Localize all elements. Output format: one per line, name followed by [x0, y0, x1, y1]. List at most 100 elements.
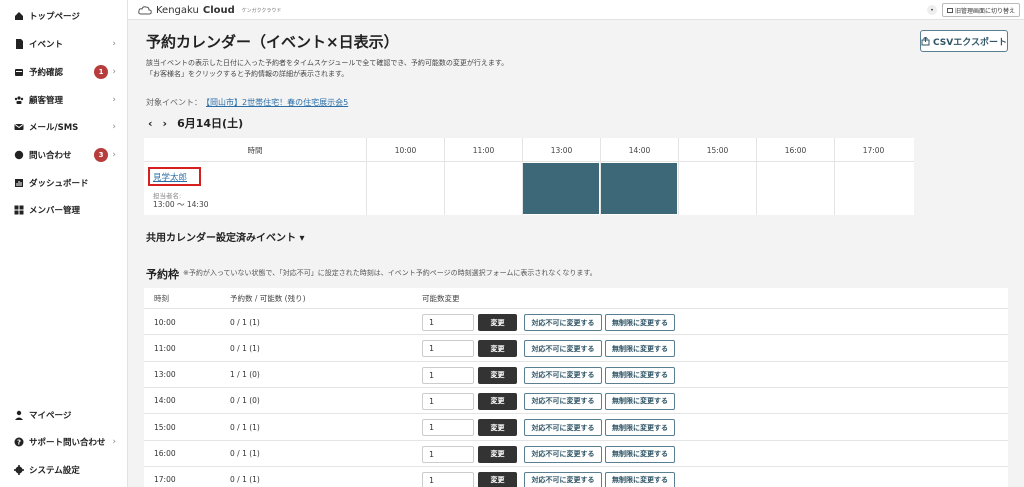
set-unlimited-button[interactable]: 無制限に変更する — [605, 366, 675, 384]
slot-count: 0 / 1 (0) — [230, 396, 260, 406]
page-description-note: 「お客様名」をクリックすると予約情報の詳細が表示されます。 — [146, 70, 349, 78]
set-unavailable-button[interactable]: 対応不可に変更する — [524, 366, 602, 384]
set-unavailable-button[interactable]: 対応不可に変更する — [524, 445, 602, 463]
sidebar-item-1[interactable]: トップページ — [14, 8, 122, 24]
change-button[interactable]: 変更 — [478, 471, 517, 487]
set-unavailable-button[interactable]: 対応不可に変更する — [524, 471, 602, 487]
set-unlimited-button[interactable]: 無制限に変更する — [605, 419, 675, 437]
svg-text:?: ? — [17, 439, 21, 447]
sidebar: トップページ イベント › 予約確認 1 › 顧客管理 › メール/SMS › 問い合わせ 3 › ダッシ… — [0, 0, 128, 487]
current-date: 6月14日(土) — [177, 117, 244, 130]
set-unlimited-button[interactable]: 無制限に変更する — [605, 314, 675, 331]
slot-row: 15:00 0 / 1 (1) 1 変更 対応不可に変更する 無制限に変更する — [144, 413, 1008, 439]
sidebar-item-label: サポート問い合わせ — [29, 438, 106, 448]
sidebar-item-5[interactable]: メール/SMS › — [14, 119, 122, 135]
sidebar-item-label: イベント — [29, 40, 64, 50]
chart-icon — [14, 178, 24, 188]
hour-column-header: 17:00 — [834, 138, 912, 162]
slots-header-change: 可能数変更 — [422, 293, 460, 303]
capacity-input[interactable]: 1 — [422, 419, 474, 437]
mail-icon — [14, 122, 24, 132]
change-button[interactable]: 変更 — [478, 445, 517, 463]
shared-calendar-toggle[interactable]: 共用カレンダー設定済みイベント ▾ — [146, 229, 305, 244]
sidebar-bottom-item-1[interactable]: マイページ — [14, 407, 122, 423]
sidebar-item-2[interactable]: イベント › — [14, 36, 122, 52]
sidebar-item-label: マイページ — [29, 411, 72, 421]
top-bar: Kengaku Cloud ケンガククラウド • 旧管理画面に切り替え — [128, 0, 1024, 20]
slot-row: 16:00 0 / 1 (1) 1 変更 対応不可に変更する 無制限に変更する — [144, 439, 1008, 466]
hour-column-header: 10:00 — [366, 138, 444, 162]
sidebar-item-label: 顧客管理 — [29, 96, 64, 106]
set-unavailable-button[interactable]: 対応不可に変更する — [524, 340, 602, 358]
sidebar-item-label: システム設定 — [29, 466, 80, 476]
booked-time-block[interactable] — [523, 163, 599, 214]
set-unlimited-button[interactable]: 無制限に変更する — [605, 392, 675, 410]
sidebar-bottom-item-3[interactable]: システム設定 — [14, 462, 122, 478]
target-event-link[interactable]: 【岡山市】2世帯住宅！春の住宅展示会5 — [206, 98, 348, 107]
chat-icon — [14, 150, 24, 160]
slot-time: 17:00 — [154, 475, 176, 485]
capacity-input[interactable]: 1 — [422, 314, 474, 331]
hour-column-header: 14:00 — [600, 138, 678, 162]
sidebar-bottom-item-2[interactable]: ? サポート問い合わせ › — [14, 434, 122, 450]
slot-time: 11:00 — [154, 343, 176, 353]
booked-time-block[interactable] — [601, 163, 677, 214]
slot-count: 0 / 1 (1) — [230, 343, 260, 353]
sidebar-item-7[interactable]: ダッシュボード — [14, 175, 122, 191]
booking-time-range: 13:00 〜 14:30 — [153, 200, 209, 209]
sidebar-item-6[interactable]: 問い合わせ 3 › — [14, 147, 122, 163]
next-date-button[interactable]: › — [163, 117, 168, 130]
change-button[interactable]: 変更 — [478, 366, 517, 384]
slot-count: 1 / 1 (0) — [230, 370, 260, 380]
hour-column-divider — [444, 162, 445, 215]
target-event: 対象イベント： 【岡山市】2世帯住宅！春の住宅展示会5 — [146, 97, 348, 108]
capacity-input[interactable]: 1 — [422, 392, 474, 410]
hour-column-divider — [366, 162, 367, 215]
capacity-input[interactable]: 1 — [422, 445, 474, 463]
hour-column-header: 15:00 — [678, 138, 756, 162]
prev-date-button[interactable]: ‹ — [148, 117, 153, 130]
set-unlimited-button[interactable]: 無制限に変更する — [605, 445, 675, 463]
switch-legacy-button[interactable]: 旧管理画面に切り替え — [942, 3, 1020, 17]
change-button[interactable]: 変更 — [478, 314, 517, 331]
slot-time: 15:00 — [154, 422, 176, 432]
chevron-right-icon: › — [112, 95, 116, 105]
change-button[interactable]: 変更 — [478, 392, 517, 410]
set-unavailable-button[interactable]: 対応不可に変更する — [524, 392, 602, 410]
hour-column-divider — [678, 162, 679, 215]
logo-text-bold: Cloud — [202, 4, 235, 16]
sidebar-item-label: トップページ — [29, 12, 80, 22]
change-button[interactable]: 変更 — [478, 419, 517, 437]
set-unlimited-button[interactable]: 無制限に変更する — [605, 471, 675, 487]
set-unavailable-button[interactable]: 対応不可に変更する — [524, 419, 602, 437]
hour-column-divider — [834, 162, 835, 215]
sidebar-item-3[interactable]: 予約確認 1 › — [14, 64, 122, 80]
home-icon — [14, 11, 24, 21]
app-logo[interactable]: Kengaku Cloud ケンガククラウド — [138, 3, 281, 17]
slot-count: 0 / 1 (1) — [230, 449, 260, 458]
slots-header-count: 予約数 / 可能数 (残り) — [230, 293, 306, 303]
sidebar-item-4[interactable]: 顧客管理 › — [14, 92, 122, 108]
logo-subtext: ケンガククラウド — [241, 7, 282, 14]
schedule-calendar: 時間 10:00 11:00 13:00 14:00 15:00 16:00 17:00 見… — [144, 138, 914, 215]
change-button[interactable]: 変更 — [478, 340, 517, 358]
capacity-input[interactable]: 1 — [422, 471, 474, 487]
page-title: 予約カレンダー（イベント×日表示） — [146, 33, 399, 51]
set-unlimited-button[interactable]: 無制限に変更する — [605, 340, 675, 358]
slot-count: 0 / 1 (1) — [230, 422, 260, 432]
sidebar-item-8[interactable]: メンバー管理 — [14, 202, 122, 218]
slot-time: 13:00 — [154, 370, 176, 380]
topbar-help-icon[interactable]: • — [927, 5, 937, 15]
capacity-input[interactable]: 1 — [422, 340, 474, 358]
csv-export-button[interactable]: CSVエクスポート — [920, 30, 1008, 52]
gear-icon — [14, 465, 24, 475]
help-icon: ? — [14, 437, 24, 447]
calendar-header: 時間 10:00 11:00 13:00 14:00 15:00 16:00 17:00 — [144, 138, 914, 162]
set-unavailable-button[interactable]: 対応不可に変更する — [524, 314, 602, 331]
cloud-logo-icon — [138, 6, 152, 15]
notification-badge: 3 — [94, 148, 108, 162]
customer-name-link[interactable]: 見学太郎 — [153, 171, 187, 183]
slot-row: 10:00 0 / 1 (1) 1 変更 対応不可に変更する 無制限に変更する — [144, 308, 1008, 334]
slots-title: 予約枠 — [146, 268, 179, 281]
capacity-input[interactable]: 1 — [422, 366, 474, 384]
